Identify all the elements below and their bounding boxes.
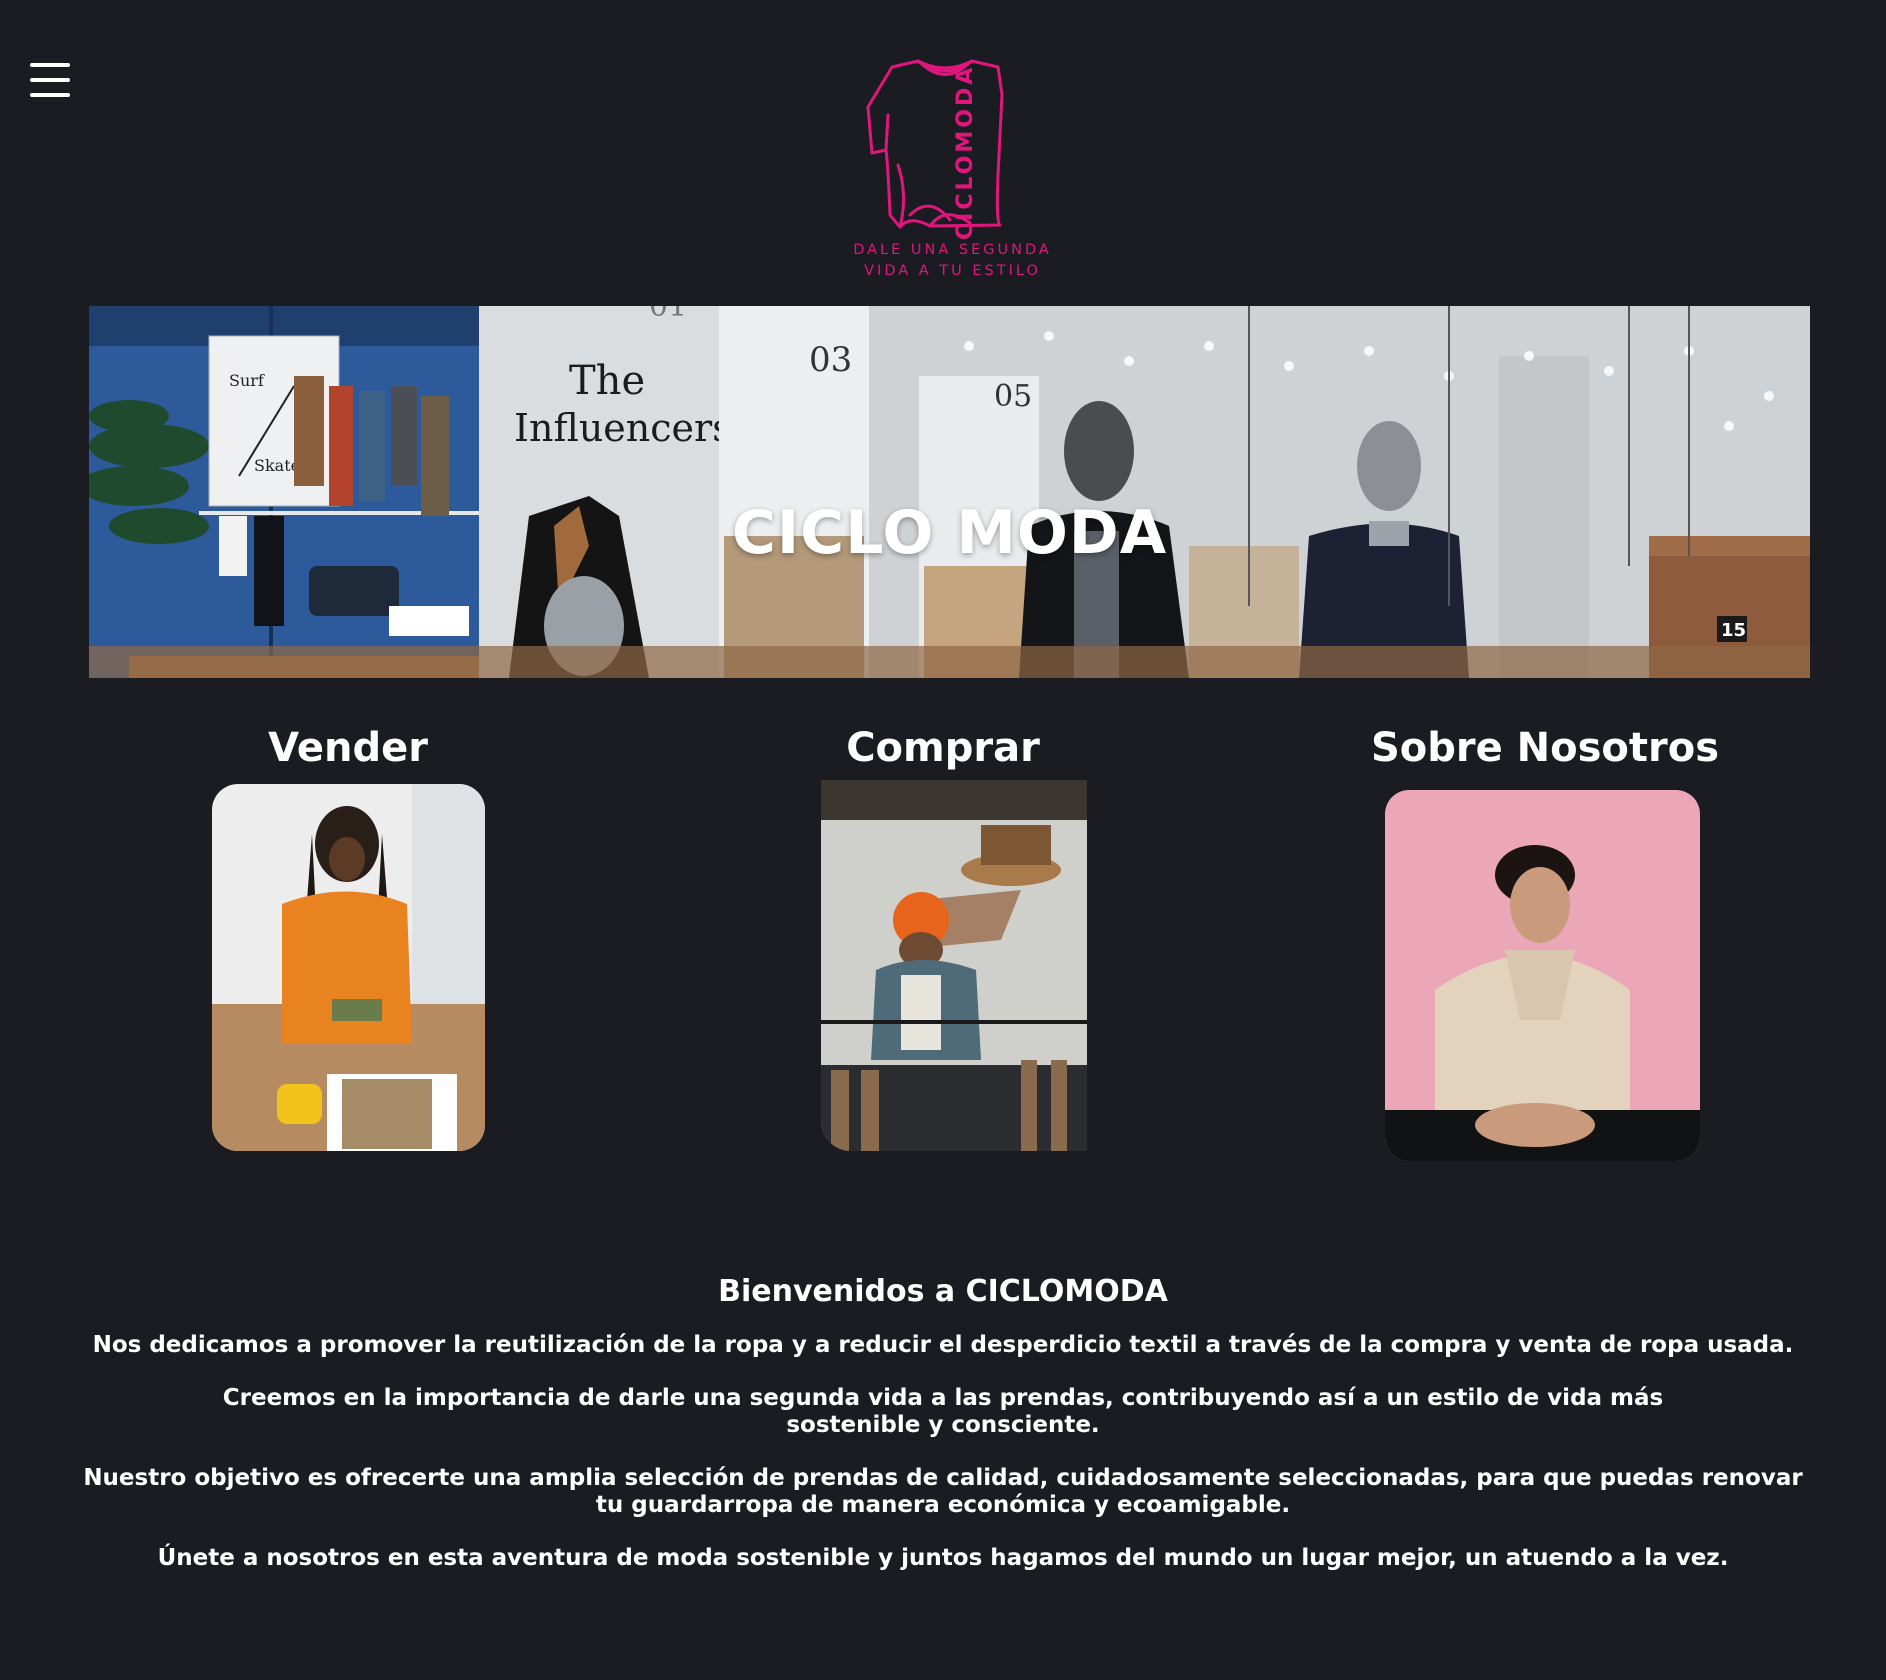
hamburger-menu-icon[interactable] xyxy=(30,63,70,99)
hero-store-illustration: Surf Skate The Influencers 01 03 05 15 xyxy=(89,306,1810,678)
logo-tagline: DALE UNA SEGUNDA VIDA A TU ESTILO xyxy=(820,240,1085,282)
hero-title: CICLO MODA xyxy=(731,498,1168,568)
category-vender[interactable]: Vender xyxy=(218,720,478,776)
page: CICLOMODA DALE UNA SEGUNDA VIDA A TU EST… xyxy=(0,0,1886,1680)
comprar-photo[interactable] xyxy=(821,780,1087,1151)
category-sobre-nosotros[interactable]: Sobre Nosotros xyxy=(1365,720,1725,776)
comprar-illustration xyxy=(821,780,1087,1151)
welcome-paragraph-1: Nos dedicamos a promover la reutilizació… xyxy=(92,1332,1794,1358)
category-comprar[interactable]: Comprar xyxy=(818,720,1068,776)
sign-skate: Skate xyxy=(254,456,300,475)
sign-influencers: Influencers xyxy=(514,406,732,450)
panel-number-03: 03 xyxy=(809,340,852,380)
panel-number-05: 05 xyxy=(994,379,1032,414)
welcome-paragraph-2: Creemos en la importancia de darle una s… xyxy=(222,1385,1664,1438)
sign-surf: Surf xyxy=(229,371,265,390)
sobre-nosotros-title[interactable]: Sobre Nosotros xyxy=(1365,720,1725,776)
panel-number-15: 15 xyxy=(1721,620,1746,641)
vender-photo[interactable] xyxy=(212,784,485,1151)
menu-line xyxy=(30,93,70,97)
tagline-line-2: VIDA A TU ESTILO xyxy=(864,263,1041,279)
sobre-nosotros-illustration xyxy=(1385,790,1700,1161)
hero-banner: Surf Skate The Influencers 01 03 05 15 C… xyxy=(89,306,1810,678)
welcome-section: Bienvenidos a CICLOMODA Nos dedicamos a … xyxy=(80,1270,1806,1598)
menu-line xyxy=(30,63,70,67)
welcome-title: Bienvenidos a CICLOMODA xyxy=(718,1274,1168,1309)
logo-brand-text: CICLOMODA xyxy=(953,64,978,240)
menu-line xyxy=(30,78,70,82)
tagline-line-1: DALE UNA SEGUNDA xyxy=(853,242,1052,258)
sign-the: The xyxy=(569,358,645,404)
vender-title[interactable]: Vender xyxy=(218,720,478,776)
comprar-title[interactable]: Comprar xyxy=(818,720,1068,776)
welcome-paragraph-3: Nuestro objetivo es ofrecerte una amplia… xyxy=(83,1465,1803,1518)
panel-number-01: 01 xyxy=(649,306,687,324)
sobre-nosotros-photo[interactable] xyxy=(1385,790,1700,1161)
welcome-paragraph-4: Únete a nosotros en esta aventura de mod… xyxy=(157,1545,1729,1571)
vender-illustration xyxy=(212,784,485,1151)
